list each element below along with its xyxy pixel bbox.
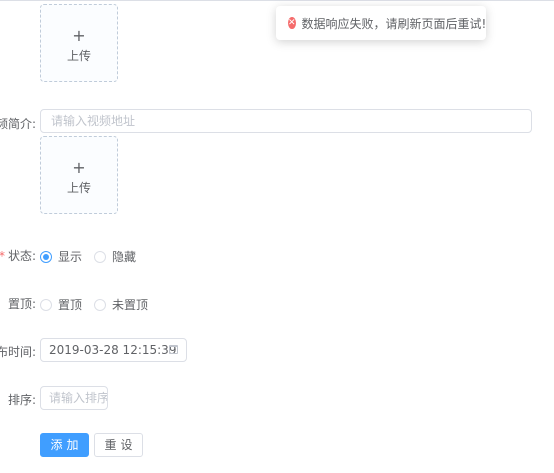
- radio-show[interactable]: 显示: [40, 248, 82, 265]
- pin-label: 置顶:: [7, 297, 36, 311]
- radio-dot[interactable]: [94, 298, 107, 311]
- add-button[interactable]: 添加: [40, 433, 89, 457]
- calendar-icon: [169, 345, 178, 354]
- video-intro-placeholder: 请输入视频地址: [51, 114, 136, 128]
- image-upload-2[interactable]: + 上传: [40, 136, 118, 214]
- status-label-text: 状态:: [7, 249, 36, 263]
- required-mark: *: [0, 249, 5, 263]
- error-circle-icon: ✕: [288, 17, 296, 29]
- upload-label: 上传: [66, 49, 91, 63]
- sort-input[interactable]: 请输入排序: [40, 386, 108, 410]
- radio-hide-label: 隐藏: [112, 250, 137, 264]
- radio-hide[interactable]: 隐藏: [94, 248, 136, 265]
- sort-label: 排序:: [7, 393, 36, 407]
- video-intro-input[interactable]: 请输入视频地址: [40, 109, 532, 133]
- radio-show-label: 显示: [58, 250, 83, 264]
- reset-button[interactable]: 重设: [94, 433, 143, 457]
- radio-dot[interactable]: [40, 298, 52, 311]
- plus-icon: +: [72, 26, 86, 45]
- toast-message: 数据响应失败，请刷新页面后重试!: [301, 16, 487, 31]
- video-intro-label: 频简介:: [0, 117, 36, 131]
- radio-unpin-label: 未置顶: [112, 298, 149, 312]
- upload-label: 上传: [66, 181, 91, 195]
- plus-icon: +: [72, 158, 86, 177]
- radio-dot[interactable]: [94, 250, 107, 263]
- status-radio-group: 显示 隐藏: [40, 248, 148, 265]
- publish-time-picker[interactable]: 2019-03-28 12:15:39: [40, 338, 187, 362]
- radio-dot[interactable]: [40, 250, 52, 263]
- radio-unpin[interactable]: 未置顶: [94, 296, 148, 313]
- radio-pin[interactable]: 置顶: [40, 296, 82, 313]
- image-upload-1[interactable]: + 上传: [40, 4, 118, 82]
- top-divider: [0, 0, 554, 1]
- publish-time-value: 2019-03-28 12:15:39: [49, 343, 177, 357]
- sort-placeholder: 请输入排序: [49, 391, 108, 405]
- status-label: *状态:: [0, 247, 36, 264]
- error-toast: ✕ 数据响应失败，请刷新页面后重试!: [276, 6, 486, 40]
- radio-pin-label: 置顶: [58, 298, 83, 312]
- pin-radio-group: 置顶 未置顶: [40, 296, 160, 313]
- publish-time-label: 布时间:: [0, 345, 36, 359]
